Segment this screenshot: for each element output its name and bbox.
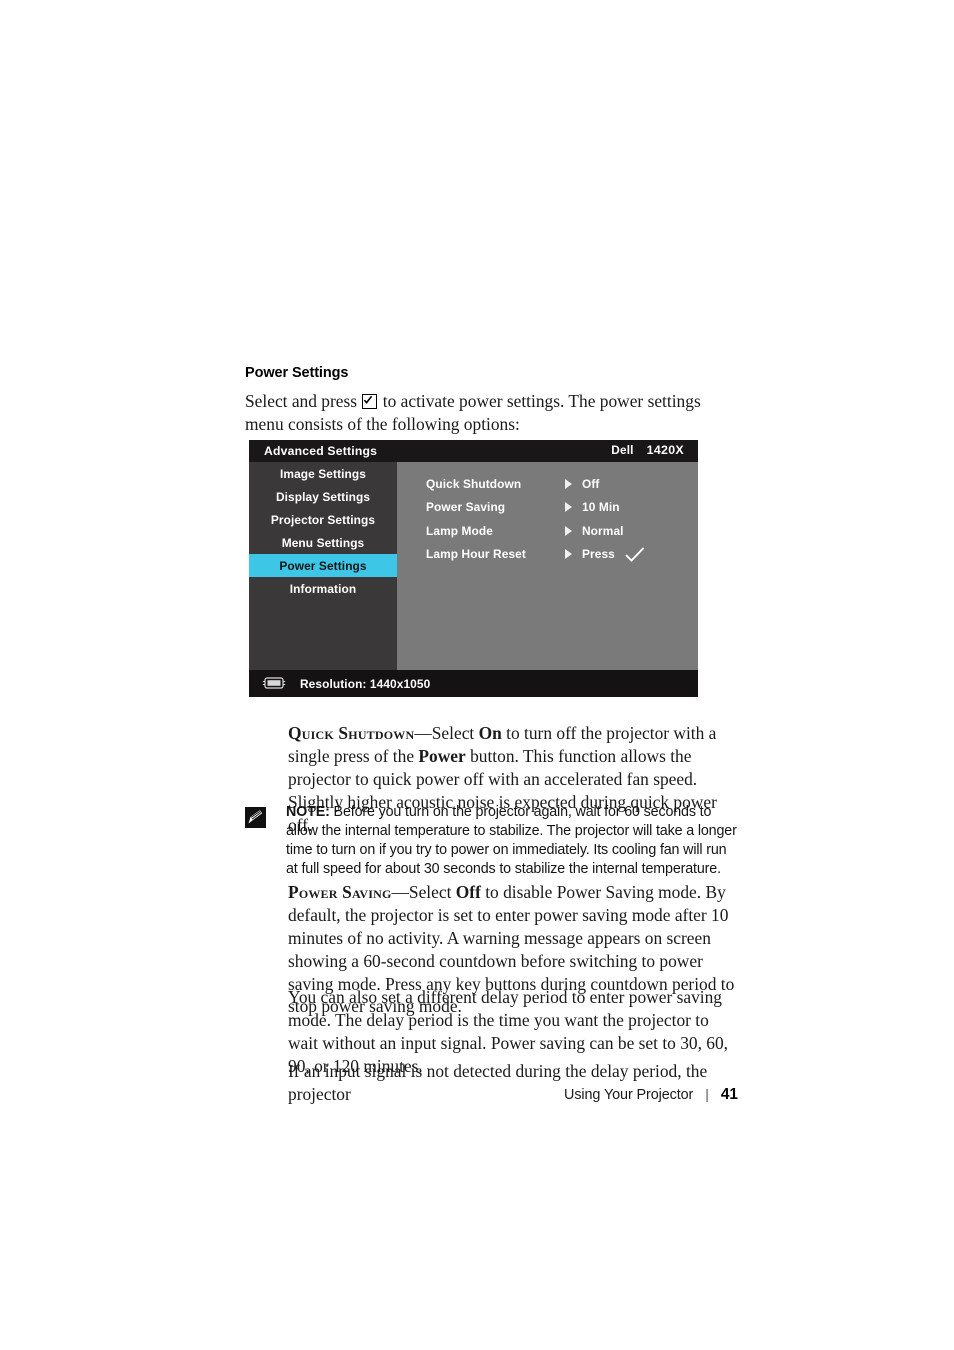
intro-paragraph: Select and press to activate power setti… (245, 390, 737, 435)
section-intro: Power Settings Select and press to activ… (245, 365, 737, 435)
chevron-right-icon (565, 549, 572, 560)
em-dash: — (414, 723, 432, 743)
osd-row-lamp-hour-reset[interactable]: Lamp Hour Reset Press (397, 543, 698, 567)
qs-bold-on: On (478, 723, 502, 743)
note-callout: NOTE: Before you turn on the projector a… (245, 803, 737, 879)
dell-logo-text: Dell (611, 443, 634, 457)
em-dash: — (391, 882, 409, 902)
osd-row-quick-shutdown[interactable]: Quick Shutdown Off (397, 472, 698, 496)
option-value: 10 Min (582, 500, 620, 515)
note-text-block: NOTE: Before you turn on the projector a… (286, 803, 737, 879)
sidebar-item-label: Image Settings (280, 466, 366, 481)
osd-options-panel: Quick Shutdown Off Power Saving 10 Min L… (397, 462, 698, 670)
sidebar-item-label: Display Settings (275, 489, 371, 504)
option-label: Power Saving (426, 500, 506, 515)
note-label: NOTE: (286, 804, 330, 820)
chevron-right-icon (565, 502, 572, 513)
sidebar-item-display-settings[interactable]: Display Settings (249, 485, 397, 508)
option-label: Lamp Hour Reset (426, 547, 526, 562)
option-label: Quick Shutdown (426, 476, 522, 491)
sidebar-item-label: Information (289, 581, 357, 596)
checkmark-icon (625, 547, 645, 568)
footer-chapter-title: Using Your Projector (564, 1087, 694, 1103)
resolution-text: Resolution: 1440x1050 (300, 676, 431, 691)
sidebar-item-projector-settings[interactable]: Projector Settings (249, 508, 397, 531)
ps-bold-off: Off (455, 882, 481, 902)
chevron-right-icon (565, 525, 572, 536)
chevron-right-icon (565, 478, 572, 489)
sidebar-item-label: Power Settings (279, 558, 367, 573)
osd-titlebar: Advanced Settings Dell 1420X (249, 440, 698, 462)
footer-separator: | (705, 1086, 709, 1102)
option-label: Lamp Mode (426, 523, 493, 538)
osd-title: Advanced Settings (264, 444, 378, 458)
sidebar-item-label: Menu Settings (281, 535, 365, 550)
osd-sidebar: Image Settings Display Settings Projecto… (249, 462, 397, 670)
ps-text-1: Select (408, 882, 456, 902)
footer-page-number: 41 (720, 1086, 738, 1103)
qs-bold-power: Power (418, 745, 466, 766)
option-value: Normal (582, 523, 624, 538)
osd-menu-screenshot: Advanced Settings Dell 1420X Image Setti… (249, 440, 698, 697)
sidebar-item-label: Projector Settings (270, 512, 376, 527)
option-value: Off (582, 476, 600, 491)
page-footer: Using Your Projector | 41 (0, 1086, 954, 1104)
intro-text-before: Select and press (245, 390, 358, 411)
note-pencil-icon (245, 807, 266, 828)
projector-model: 1420X (646, 443, 684, 457)
osd-row-lamp-mode[interactable]: Lamp Mode Normal (397, 519, 698, 543)
page-title: Power Settings (245, 365, 349, 381)
osd-brand-block: Dell 1420X (611, 443, 684, 457)
option-value: Press (582, 547, 615, 562)
enter-checkmark-key-icon (362, 393, 378, 409)
osd-status-bar: Resolution: 1440x1050 (249, 670, 698, 697)
term-power-saving: Power Saving (288, 882, 392, 902)
osd-row-power-saving[interactable]: Power Saving 10 Min (397, 496, 698, 520)
qs-text-1: Select (431, 723, 479, 743)
sidebar-item-information[interactable]: Information (249, 577, 397, 600)
sidebar-item-menu-settings[interactable]: Menu Settings (249, 531, 397, 554)
document-page: Power Settings Select and press to activ… (0, 0, 954, 1350)
sidebar-item-power-settings[interactable]: Power Settings (249, 554, 397, 577)
note-text: Before you turn on the projector again, … (286, 804, 737, 878)
sidebar-item-image-settings[interactable]: Image Settings (249, 462, 397, 485)
term-quick-shutdown: Quick Shutdown (288, 723, 415, 743)
display-resolution-icon (262, 677, 286, 690)
